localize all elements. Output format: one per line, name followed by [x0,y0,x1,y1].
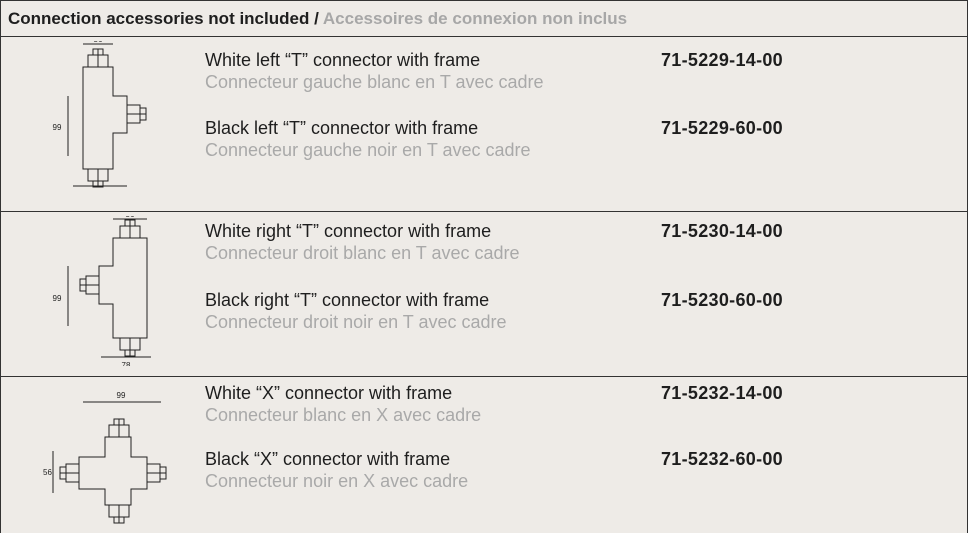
right-t-connector-icon: 56 99 78 [53,216,151,366]
product-name-fr: Connecteur droit noir en T avec cadre [205,312,507,332]
product-section-right-t: 56 99 78 White right “T” connector with … [1,212,967,377]
dim-top-label: 56 [126,216,135,219]
x-connector-icon: 99 56 [43,391,167,524]
product-item: Black left “T” connector with frame Conn… [205,117,531,161]
product-name-fr: Connecteur blanc en X avec cadre [205,405,482,425]
product-item: Black right “T” connector with frame Con… [205,289,507,333]
product-code: 71-5229-14-00 [661,50,783,70]
product-name-en: White left “T” connector with frame [205,50,481,70]
product-name-en: Black right “T” connector with frame [205,290,490,310]
product-name-en: Black left “T” connector with frame [205,118,479,138]
product-item: White “X” connector with frame Connecteu… [205,382,481,426]
accessories-table: Connection accessories not included / Ac… [0,0,968,533]
product-name-fr: Connecteur gauche noir en T avec cadre [205,140,531,160]
product-code: 71-5230-14-00 [661,221,783,241]
dim-side-label: 56 [43,468,52,477]
product-item: White left “T” connector with frame Conn… [205,49,544,93]
product-code: 71-5232-14-00 [661,383,783,403]
header-separator: / [309,9,323,28]
product-name-fr: Connecteur droit blanc en T avec cadre [205,243,520,263]
product-name-fr: Connecteur noir en X avec cadre [205,471,469,491]
header-title-en: Connection accessories not included [8,9,310,28]
table-header: Connection accessories not included / Ac… [1,0,967,37]
product-code: 71-5229-60-00 [661,118,783,138]
product-section-x: 99 56 White “X” connector with frame Con… [1,377,967,533]
dim-bottom-label: 78 [96,190,105,191]
product-item: Black “X” connector with frame Connecteu… [205,448,468,492]
dim-top-label: 99 [117,391,126,400]
dim-top-label: 56 [94,41,103,44]
left-t-connector-icon: 56 99 78 [53,41,147,191]
dim-side-label: 99 [53,123,62,132]
dim-side-label: 99 [53,294,62,303]
product-item: White right “T” connector with frame Con… [205,220,520,264]
product-name-en: White right “T” connector with frame [205,221,492,241]
product-name-en: White “X” connector with frame [205,383,453,403]
product-section-left-t: 56 99 78 White left “T” connector with f… [1,37,967,212]
header-title-fr: Accessoires de connexion non inclus [322,9,628,28]
product-name-fr: Connecteur gauche blanc en T avec cadre [205,72,544,92]
dim-bottom-label: 78 [122,361,131,366]
product-code: 71-5232-60-00 [661,449,783,469]
product-code: 71-5230-60-00 [661,290,783,310]
product-name-en: Black “X” connector with frame [205,449,451,469]
